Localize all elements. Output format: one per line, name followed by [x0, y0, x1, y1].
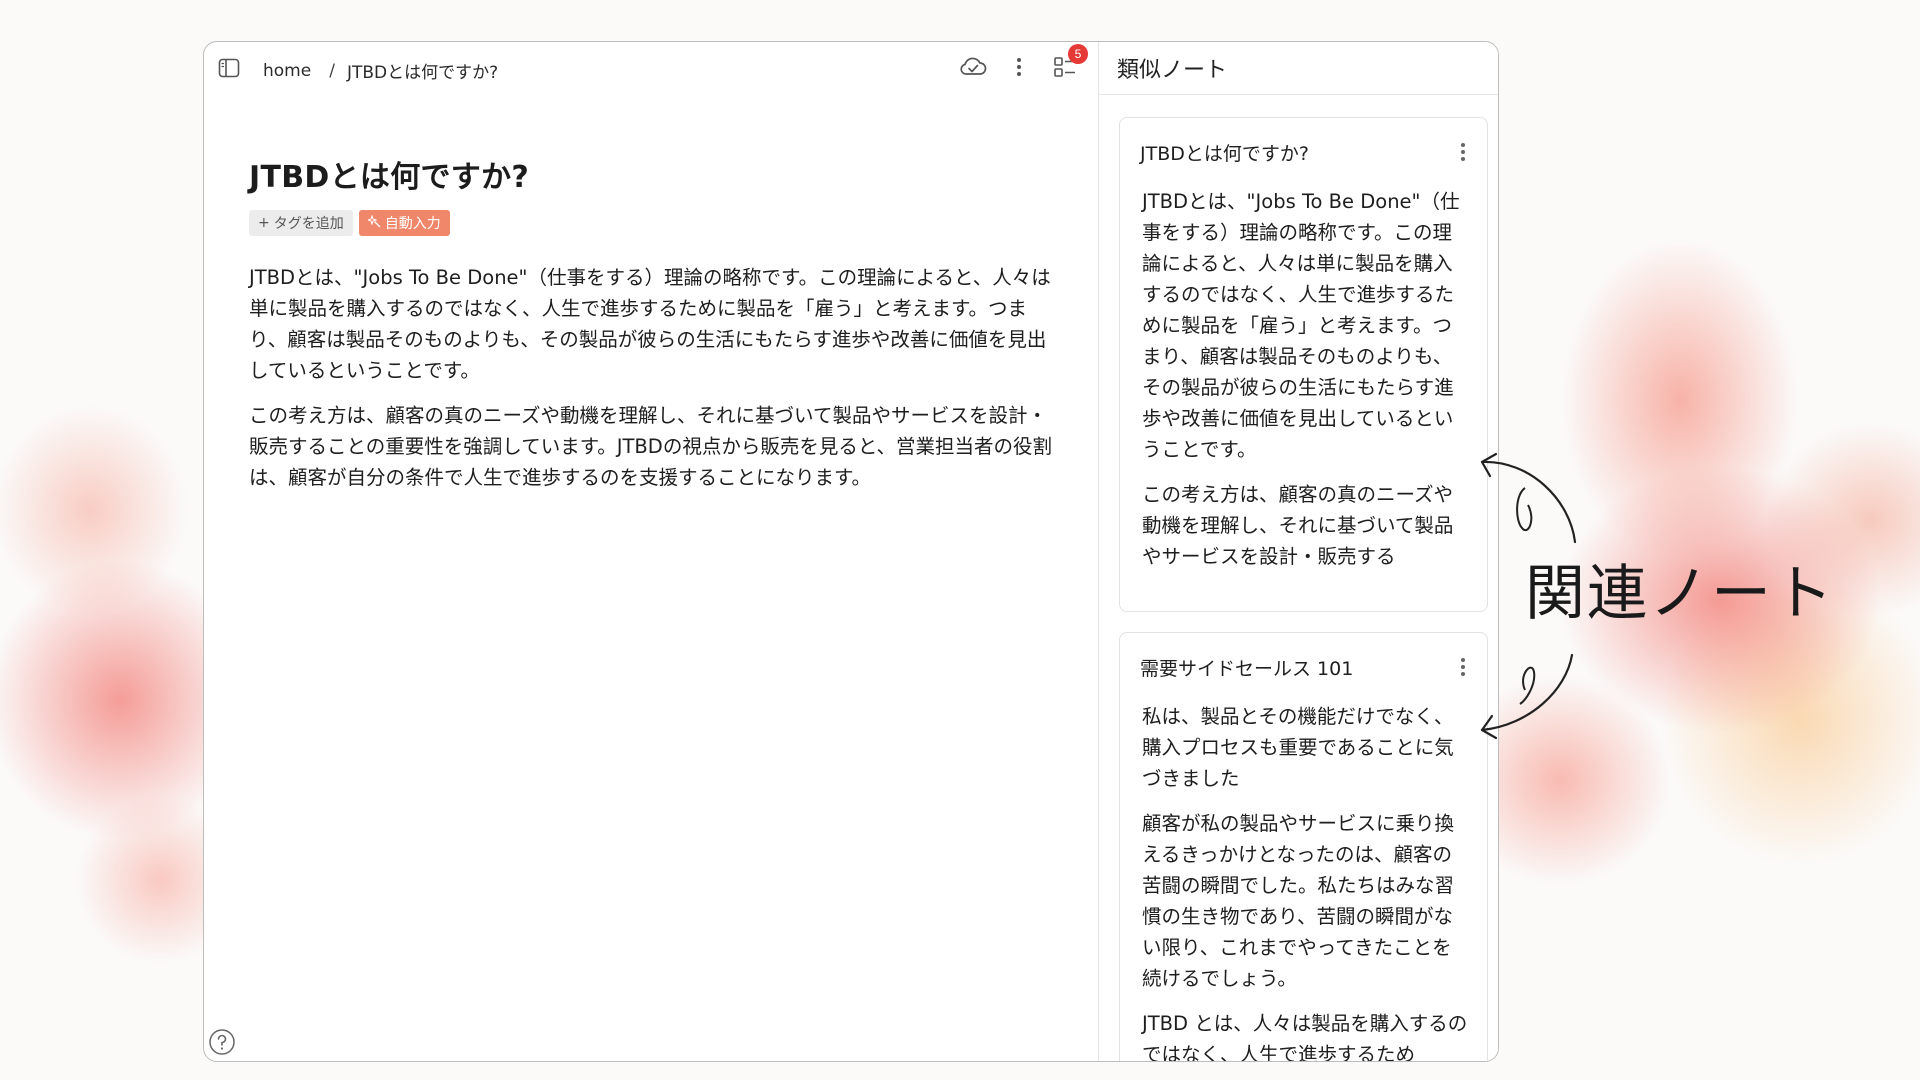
auto-fill-button[interactable]: 自動入力 — [358, 210, 450, 236]
auto-fill-label: 自動入力 — [384, 216, 441, 232]
add-tag-button[interactable]: + タグを追加 — [249, 210, 353, 236]
card-header: 需要サイドセールス 101 — [1120, 633, 1487, 683]
top-bar: home / JTBDとは何ですか? 5 — [204, 42, 1098, 94]
card-title[interactable]: JTBDとは何ですか? — [1140, 139, 1309, 166]
page-title[interactable]: JTBDとは何ですか? — [249, 152, 1053, 196]
related-notes-annotation: 関連ノート — [1525, 559, 1835, 629]
card-body: 私は、製品とその機能だけでなく、購入プロセスも重要であることに気づきました 顧客… — [1120, 683, 1487, 1062]
more-vertical-icon[interactable] — [1004, 52, 1034, 82]
sidebar-toggle-icon[interactable] — [218, 57, 240, 79]
list-icon[interactable]: 5 — [1050, 44, 1088, 82]
similar-notes-header: 類似ノート — [1099, 42, 1498, 95]
breadcrumb-separator: / — [329, 60, 335, 81]
similar-notes-pane: 類似ノート JTBDとは何ですか? JTBDとは、"Jobs To Be Don… — [1099, 42, 1498, 1061]
document-body[interactable]: JTBDとは、"Jobs To Be Done"（仕事をする）理論の略称です。こ… — [249, 262, 1053, 493]
app-window: home / JTBDとは何ですか? 5 JTBDとは何ですか? + タグを追加… — [203, 41, 1499, 1062]
toolbar: 5 — [958, 44, 1088, 82]
card-paragraph: 私は、製品とその機能だけでなく、購入プロセスも重要であることに気づきました — [1142, 705, 1454, 790]
add-tag-label: タグを追加 — [273, 216, 344, 232]
body-paragraph: この考え方は、顧客の真のニーズや動機を理解し、それに基づいて製品やサービスを設計… — [249, 404, 1053, 489]
document: JTBDとは何ですか? + タグを追加 自動入力 JTBDとは、"Jobs To… — [249, 152, 1053, 507]
breadcrumb: home / JTBDとは何ですか? — [263, 58, 499, 84]
cloud-sync-icon[interactable] — [958, 52, 988, 82]
similar-note-card[interactable]: JTBDとは何ですか? JTBDとは、"Jobs To Be Done"（仕事を… — [1119, 117, 1488, 612]
card-header: JTBDとは何ですか? — [1120, 118, 1487, 168]
help-icon[interactable] — [208, 1028, 236, 1056]
card-body: JTBDとは、"Jobs To Be Done"（仕事をする）理論の略称です。こ… — [1120, 168, 1487, 572]
card-paragraph: 顧客が私の製品やサービスに乗り換えるきっかけとなったのは、顧客の苦闘の瞬間でした… — [1142, 812, 1455, 990]
breadcrumb-current: JTBDとは何ですか? — [346, 63, 499, 83]
plus-icon: + — [258, 215, 270, 231]
editor-pane: home / JTBDとは何ですか? 5 JTBDとは何ですか? + タグを追加… — [204, 42, 1099, 1061]
breadcrumb-home[interactable]: home — [263, 61, 311, 81]
more-vertical-icon[interactable] — [1453, 140, 1473, 164]
card-paragraph: JTBD とは、人々は製品を購入するのではなく、人生で進歩するため — [1142, 1012, 1468, 1062]
sparkle-icon — [366, 213, 381, 232]
card-title[interactable]: 需要サイドセールス 101 — [1140, 654, 1353, 681]
notification-badge: 5 — [1068, 44, 1088, 64]
card-paragraph: この考え方は、顧客の真のニーズや動機を理解し、それに基づいて製品やサービスを設計… — [1142, 483, 1454, 568]
similar-note-card[interactable]: 需要サイドセールス 101 私は、製品とその機能だけでなく、購入プロセスも重要で… — [1119, 632, 1488, 1062]
body-paragraph: JTBDとは、"Jobs To Be Done"（仕事をする）理論の略称です。こ… — [249, 266, 1051, 382]
card-paragraph: JTBDとは、"Jobs To Be Done"（仕事をする）理論の略称です。こ… — [1142, 190, 1460, 461]
tag-row: + タグを追加 自動入力 — [249, 210, 1053, 236]
